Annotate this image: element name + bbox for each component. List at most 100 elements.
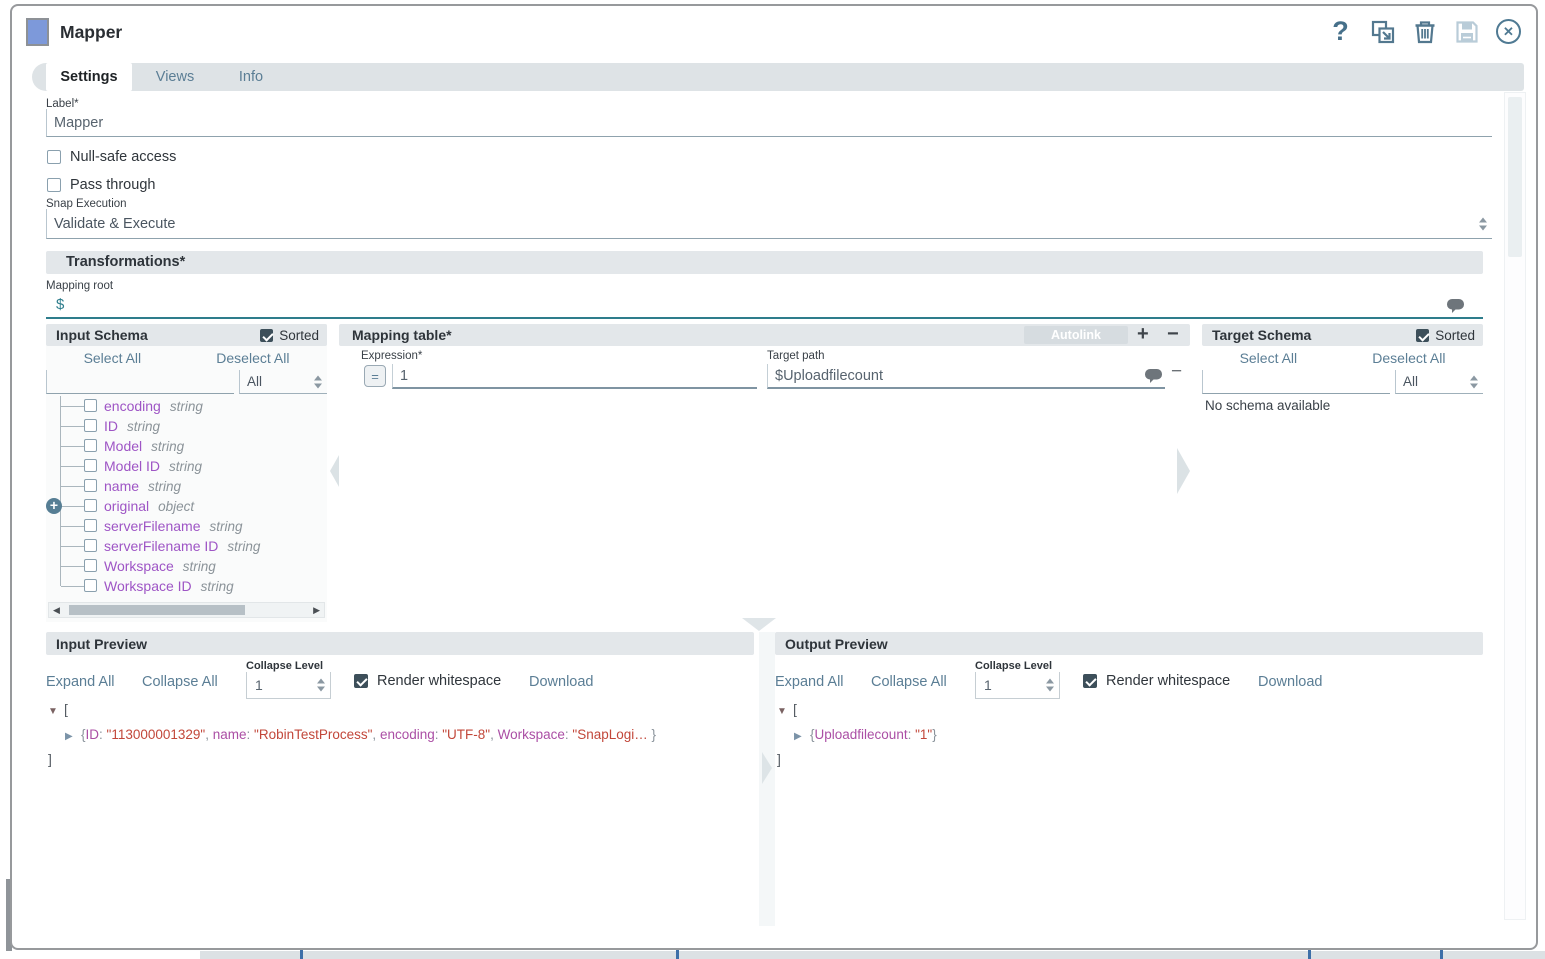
target-schema-select-all[interactable]: Select All xyxy=(1240,350,1298,366)
schema-item-name[interactable]: ID xyxy=(104,418,118,434)
json-line: ▼[ xyxy=(48,698,656,723)
schema-item-checkbox[interactable] xyxy=(84,459,97,472)
target-schema-scope-select[interactable]: All xyxy=(1395,370,1483,394)
scroll-right-icon[interactable]: ▶ xyxy=(313,605,320,616)
output-preview-render-whitespace: Render whitespace xyxy=(1083,673,1230,689)
input-preview-download[interactable]: Download xyxy=(529,674,594,690)
schema-item-checkbox[interactable] xyxy=(84,439,97,452)
output-preview-collapse-all[interactable]: Collapse All xyxy=(871,674,947,690)
delete-snap-icon[interactable] xyxy=(1411,18,1438,45)
schema-item-name[interactable]: original xyxy=(104,498,149,514)
target-schema-deselect-all[interactable]: Deselect All xyxy=(1372,350,1445,366)
collapse-previews-handle[interactable] xyxy=(742,618,776,631)
background-canvas-strip xyxy=(200,951,1545,959)
schema-item-name[interactable]: name xyxy=(104,478,139,494)
schema-item-name[interactable]: Model ID xyxy=(104,458,160,474)
target-schema-links: Select All Deselect All xyxy=(1202,350,1483,366)
schema-item-checkbox[interactable] xyxy=(84,419,97,432)
schema-item-type: object xyxy=(158,499,194,514)
expand-node-icon[interactable]: + xyxy=(46,498,62,514)
remove-row-icon[interactable]: − xyxy=(1171,361,1182,383)
label-input[interactable] xyxy=(47,109,1492,136)
autolink-button[interactable]: Autolink xyxy=(1024,326,1128,344)
schema-item-name[interactable]: Model xyxy=(104,438,142,454)
scope-spinner-icon[interactable] xyxy=(1470,375,1478,388)
schema-item-checkbox[interactable] xyxy=(84,519,97,532)
schema-item-name[interactable]: encoding xyxy=(104,398,161,414)
schema-item-name[interactable]: Workspace ID xyxy=(104,578,192,594)
expression-toggle-button[interactable]: = xyxy=(364,365,386,387)
expand-node-icon[interactable]: ▶ xyxy=(65,725,81,748)
output-preview-expand-all[interactable]: Expand All xyxy=(775,674,844,690)
input-schema-panel: Input Schema Sorted Select All Deselect … xyxy=(46,324,327,622)
add-mapping-row-button[interactable]: + xyxy=(1137,323,1149,346)
target-path-input[interactable] xyxy=(768,364,1165,387)
schema-item-type: string xyxy=(151,439,184,454)
dialog-vscrollbar[interactable] xyxy=(1504,92,1526,920)
schema-item-name[interactable]: serverFilename xyxy=(104,518,200,534)
hscroll-thumb[interactable] xyxy=(69,605,245,615)
select-spinner-icon[interactable] xyxy=(1479,217,1487,230)
target-schema-filter-input[interactable] xyxy=(1203,370,1390,393)
scope-spinner-icon[interactable] xyxy=(314,375,322,388)
schema-item-checkbox[interactable] xyxy=(84,399,97,412)
pass-through-checkbox[interactable] xyxy=(47,178,61,192)
input-schema-deselect-all[interactable]: Deselect All xyxy=(216,350,289,366)
schema-item-checkbox[interactable] xyxy=(84,579,97,592)
collapse-level-input[interactable] xyxy=(247,672,307,698)
input-preview-expand-all[interactable]: Expand All xyxy=(46,674,115,690)
remove-mapping-rows-button[interactable]: − xyxy=(1167,323,1179,346)
json-token: "UTF-8" xyxy=(442,727,490,742)
target-schema-title: Target Schema xyxy=(1202,327,1311,343)
output-preview-collapse-level-label: Collapse Level xyxy=(975,660,1052,672)
close-icon[interactable]: ✕ xyxy=(1495,18,1522,45)
input-schema-sorted-checkbox[interactable] xyxy=(260,329,273,342)
expand-node-icon[interactable]: ▶ xyxy=(794,725,810,748)
save-icon[interactable] xyxy=(1453,18,1480,45)
label-field-wrap xyxy=(46,109,1492,137)
json-token: "RobinTestProcess" xyxy=(254,727,372,742)
mapping-root-field xyxy=(46,291,1483,319)
export-snap-icon[interactable] xyxy=(1369,18,1396,45)
input-preview-collapse-level-label: Collapse Level xyxy=(246,660,323,672)
output-preview-download[interactable]: Download xyxy=(1258,674,1323,690)
schema-item-checkbox[interactable] xyxy=(84,539,97,552)
schema-item-name[interactable]: Workspace xyxy=(104,558,174,574)
output-preview-title: Output Preview xyxy=(775,636,888,652)
input-schema-select-all[interactable]: Select All xyxy=(84,350,142,366)
null-safe-access-checkbox[interactable] xyxy=(47,150,61,164)
tab-info[interactable]: Info xyxy=(218,63,284,91)
collapse-output-preview-handle[interactable] xyxy=(762,752,772,784)
collapse-target-schema-handle[interactable] xyxy=(1177,448,1190,494)
pass-through-row: Pass through xyxy=(47,177,155,193)
render-whitespace-checkbox[interactable] xyxy=(354,674,368,688)
render-whitespace-checkbox[interactable] xyxy=(1083,674,1097,688)
input-schema-hscrollbar[interactable]: ◀ ▶ xyxy=(48,602,325,618)
mapping-root-input[interactable] xyxy=(46,291,1483,317)
comment-bubble-icon[interactable] xyxy=(1447,299,1465,319)
input-schema-filter-input[interactable] xyxy=(47,370,234,393)
tab-views[interactable]: Views xyxy=(136,63,214,91)
target-schema-sorted-checkbox[interactable] xyxy=(1416,329,1429,342)
transformations-header: Transformations* xyxy=(46,251,1483,274)
tab-settings[interactable]: Settings xyxy=(46,63,132,91)
schema-item-checkbox[interactable] xyxy=(84,499,97,512)
help-icon[interactable]: ? xyxy=(1327,18,1354,45)
input-schema-scope-select[interactable]: All xyxy=(239,370,327,394)
input-preview-collapse-all[interactable]: Collapse All xyxy=(142,674,218,690)
target-path-comment-icon[interactable] xyxy=(1145,369,1163,389)
collapse-level-spinner-icon[interactable] xyxy=(1046,679,1054,692)
schema-item-checkbox[interactable] xyxy=(84,559,97,572)
schema-item-checkbox[interactable] xyxy=(84,479,97,492)
collapse-node-icon[interactable]: ▼ xyxy=(48,700,64,723)
collapse-level-input[interactable] xyxy=(976,672,1036,698)
json-token: , xyxy=(205,727,213,742)
vscroll-thumb[interactable] xyxy=(1508,97,1522,257)
null-safe-access-label: Null-safe access xyxy=(70,149,176,165)
schema-item-name[interactable]: serverFilename ID xyxy=(104,538,218,554)
scroll-left-icon[interactable]: ◀ xyxy=(53,605,60,616)
collapse-node-icon[interactable]: ▼ xyxy=(777,700,793,723)
collapse-level-spinner-icon[interactable] xyxy=(317,679,325,692)
expression-input[interactable] xyxy=(393,364,757,387)
snap-execution-select[interactable]: Validate & Execute xyxy=(46,209,1492,239)
